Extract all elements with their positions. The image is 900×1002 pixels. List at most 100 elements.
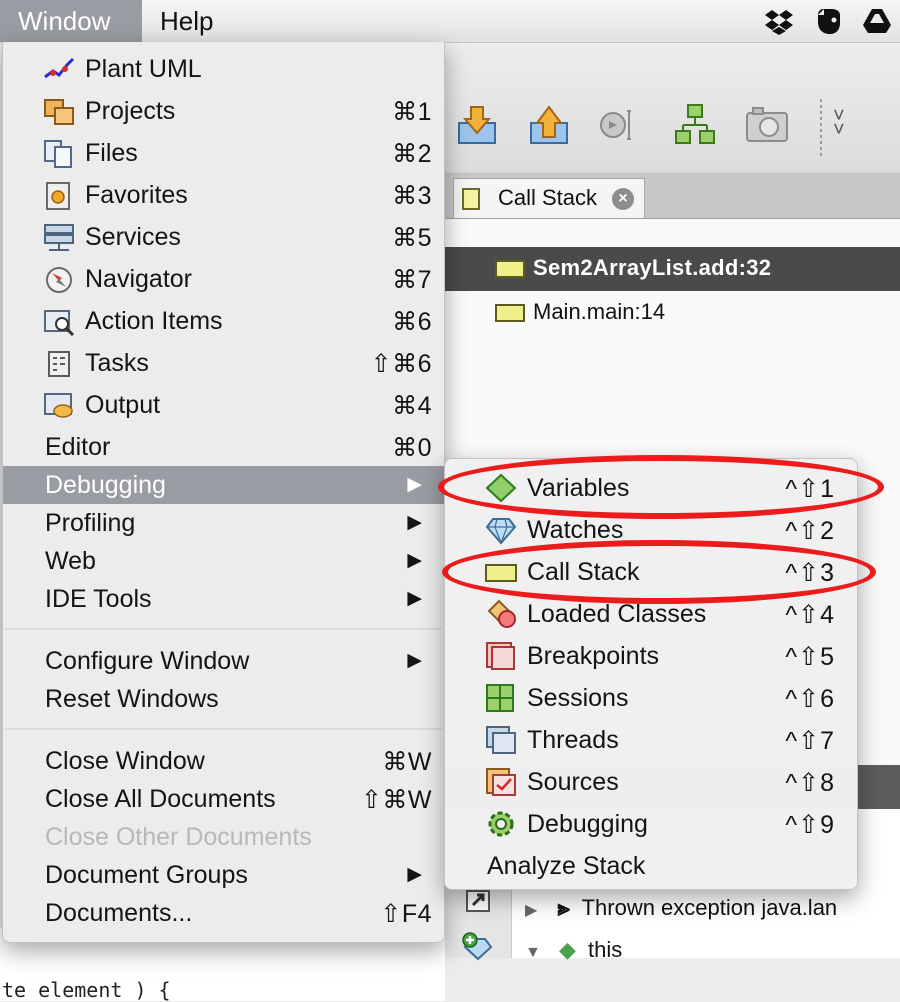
- menu-item-label: Navigator: [85, 265, 192, 293]
- menu-item-debugging[interactable]: Debugging ▶: [3, 466, 444, 504]
- submenu-item-sources[interactable]: Sources ^⇧8: [445, 761, 857, 803]
- add-watch-icon[interactable]: [461, 931, 495, 961]
- menu-item-label: Projects: [85, 97, 176, 125]
- evernote-icon[interactable]: [814, 6, 844, 36]
- menu-item-shortcut: ⌘1: [392, 98, 432, 126]
- submenu-arrow-icon: ▶: [407, 588, 422, 609]
- call-stack-row[interactable]: Main.main:14: [445, 291, 900, 335]
- step-out-icon[interactable]: [527, 103, 571, 147]
- menu-item-services[interactable]: Services ⌘5: [3, 218, 444, 256]
- menu-item-label: Services: [85, 223, 181, 251]
- menu-item-label: Close Window: [45, 747, 205, 775]
- menu-item-label: Documents...: [45, 899, 193, 927]
- menu-item-shortcut: ⌘7: [392, 266, 432, 294]
- take-snapshot-icon[interactable]: [745, 103, 789, 147]
- sources-icon: [486, 768, 516, 796]
- menu-item-shortcut: ⌘3: [392, 182, 432, 210]
- menu-item-document-groups[interactable]: Document Groups ▶: [3, 856, 444, 894]
- menu-separator: [5, 728, 442, 730]
- submenu-item-shortcut: ^⇧7: [785, 727, 835, 755]
- stack-frame-icon: [495, 304, 525, 322]
- submenu-item-label: Sources: [527, 768, 619, 796]
- submenu-item-shortcut: ^⇧6: [785, 685, 835, 713]
- menu-item-projects[interactable]: Projects ⌘1: [3, 92, 444, 130]
- menu-item-close-all-documents[interactable]: Close All Documents ⇧⌘W: [3, 780, 444, 818]
- new-watch-icon[interactable]: [461, 887, 495, 917]
- menu-item-navigator[interactable]: Navigator ⌘7: [3, 260, 444, 298]
- menu-item-favorites[interactable]: Favorites ⌘3: [3, 176, 444, 214]
- tab-call-stack[interactable]: Call Stack ×: [453, 178, 645, 218]
- submenu-item-breakpoints[interactable]: Breakpoints ^⇧5: [445, 635, 857, 677]
- help-menu-title[interactable]: Help: [142, 0, 231, 42]
- dropbox-icon[interactable]: [764, 6, 794, 36]
- menu-separator: [5, 628, 442, 630]
- breakpoints-icon: [486, 642, 515, 670]
- close-icon[interactable]: ×: [612, 188, 634, 210]
- submenu-item-debugging[interactable]: Debugging ^⇧9: [445, 803, 857, 845]
- submenu-item-label: Breakpoints: [527, 642, 660, 670]
- variable-label: this: [588, 937, 623, 962]
- menu-item-ide-tools[interactable]: IDE Tools ▶: [3, 580, 444, 618]
- menu-item-output[interactable]: Output ⌘4: [3, 386, 444, 424]
- menu-item-close-window[interactable]: Close Window ⌘W: [3, 742, 444, 780]
- tab-call-stack-label: Call Stack: [498, 185, 598, 210]
- menu-item-shortcut: ⌘6: [392, 308, 432, 336]
- expand-icon[interactable]: ▼: [525, 944, 541, 961]
- menu-item-shortcut: ⌘2: [392, 140, 432, 168]
- annotation-circle-call-stack: [442, 540, 876, 604]
- stack-frame-label: Sem2ArrayList.add:32: [533, 255, 772, 280]
- submenu-item-label: Threads: [527, 726, 619, 754]
- menu-item-profiling[interactable]: Profiling ▶: [3, 504, 444, 542]
- menu-item-tasks[interactable]: Tasks ⇧⌘6: [3, 344, 444, 382]
- menu-item-shortcut: ⇧⌘6: [370, 350, 432, 378]
- code-line: te element ) {: [2, 978, 171, 1002]
- debug-toolbar: ˅ ˅: [445, 43, 900, 174]
- submenu-item-shortcut: ^⇧9: [785, 811, 835, 839]
- step-into-icon[interactable]: [455, 103, 499, 147]
- menu-item-reset-windows[interactable]: Reset Windows: [3, 680, 444, 718]
- submenu-item-analyze-stack[interactable]: Analyze Stack: [445, 845, 857, 887]
- menu-item-label: Reset Windows: [45, 685, 219, 713]
- projects-icon: [44, 99, 74, 125]
- menu-item-label: IDE Tools: [45, 585, 152, 613]
- run-to-cursor-icon[interactable]: [599, 103, 643, 147]
- google-drive-icon[interactable]: [862, 6, 892, 36]
- menu-item-editor[interactable]: Editor ⌘0: [3, 428, 444, 466]
- favorites-icon: [46, 182, 70, 210]
- variable-row[interactable]: ▼ ◆ this: [525, 937, 622, 963]
- exception-icon: ⫸: [557, 895, 570, 920]
- menu-item-documents[interactable]: Documents... ⇧F4: [3, 894, 444, 932]
- menu-item-shortcut: ⇧F4: [380, 900, 432, 928]
- variable-row[interactable]: ▶ ⫸ Thrown exception java.lan: [525, 895, 837, 921]
- threads-icon: [486, 726, 516, 754]
- submenu-item-shortcut: ^⇧5: [785, 643, 835, 671]
- toolbar-overflow-icon[interactable]: ˅ ˅: [833, 106, 845, 140]
- submenu-item-sessions[interactable]: Sessions ^⇧6: [445, 677, 857, 719]
- tab-strip: Call Stack ×: [445, 174, 900, 219]
- window-menu-title[interactable]: Window: [0, 0, 142, 42]
- menu-item-label: Editor: [45, 433, 111, 461]
- call-stack-row[interactable]: Sem2ArrayList.add:32: [445, 247, 900, 291]
- menu-item-label: Close All Documents: [45, 785, 276, 813]
- submenu-arrow-icon: ▶: [407, 512, 422, 533]
- sessions-icon: [486, 684, 514, 712]
- menu-item-shortcut: ⇧⌘W: [360, 786, 432, 814]
- debugging-gear-icon: [488, 811, 514, 837]
- menu-item-web[interactable]: Web ▶: [3, 542, 444, 580]
- menu-item-shortcut: ⌘W: [382, 748, 432, 776]
- menu-item-label: Favorites: [85, 181, 188, 209]
- menu-item-configure-window[interactable]: Configure Window ▶: [3, 642, 444, 680]
- menu-item-shortcut: ⌘5: [392, 224, 432, 252]
- stack-frame-label: Main.main:14: [533, 299, 666, 324]
- output-icon: [44, 393, 73, 418]
- menu-item-files[interactable]: Files ⌘2: [3, 134, 444, 172]
- menu-item-action-items[interactable]: Action Items ⌘6: [3, 302, 444, 340]
- expand-icon[interactable]: ▶: [525, 902, 537, 919]
- apply-code-changes-icon[interactable]: [673, 103, 717, 147]
- submenu-item-threads[interactable]: Threads ^⇧7: [445, 719, 857, 761]
- services-icon: [44, 224, 74, 251]
- menu-item-label: Web: [45, 547, 96, 575]
- navigator-icon: [46, 267, 72, 293]
- menu-item-plant-uml[interactable]: Plant UML: [3, 50, 444, 88]
- action-items-icon: [44, 310, 75, 337]
